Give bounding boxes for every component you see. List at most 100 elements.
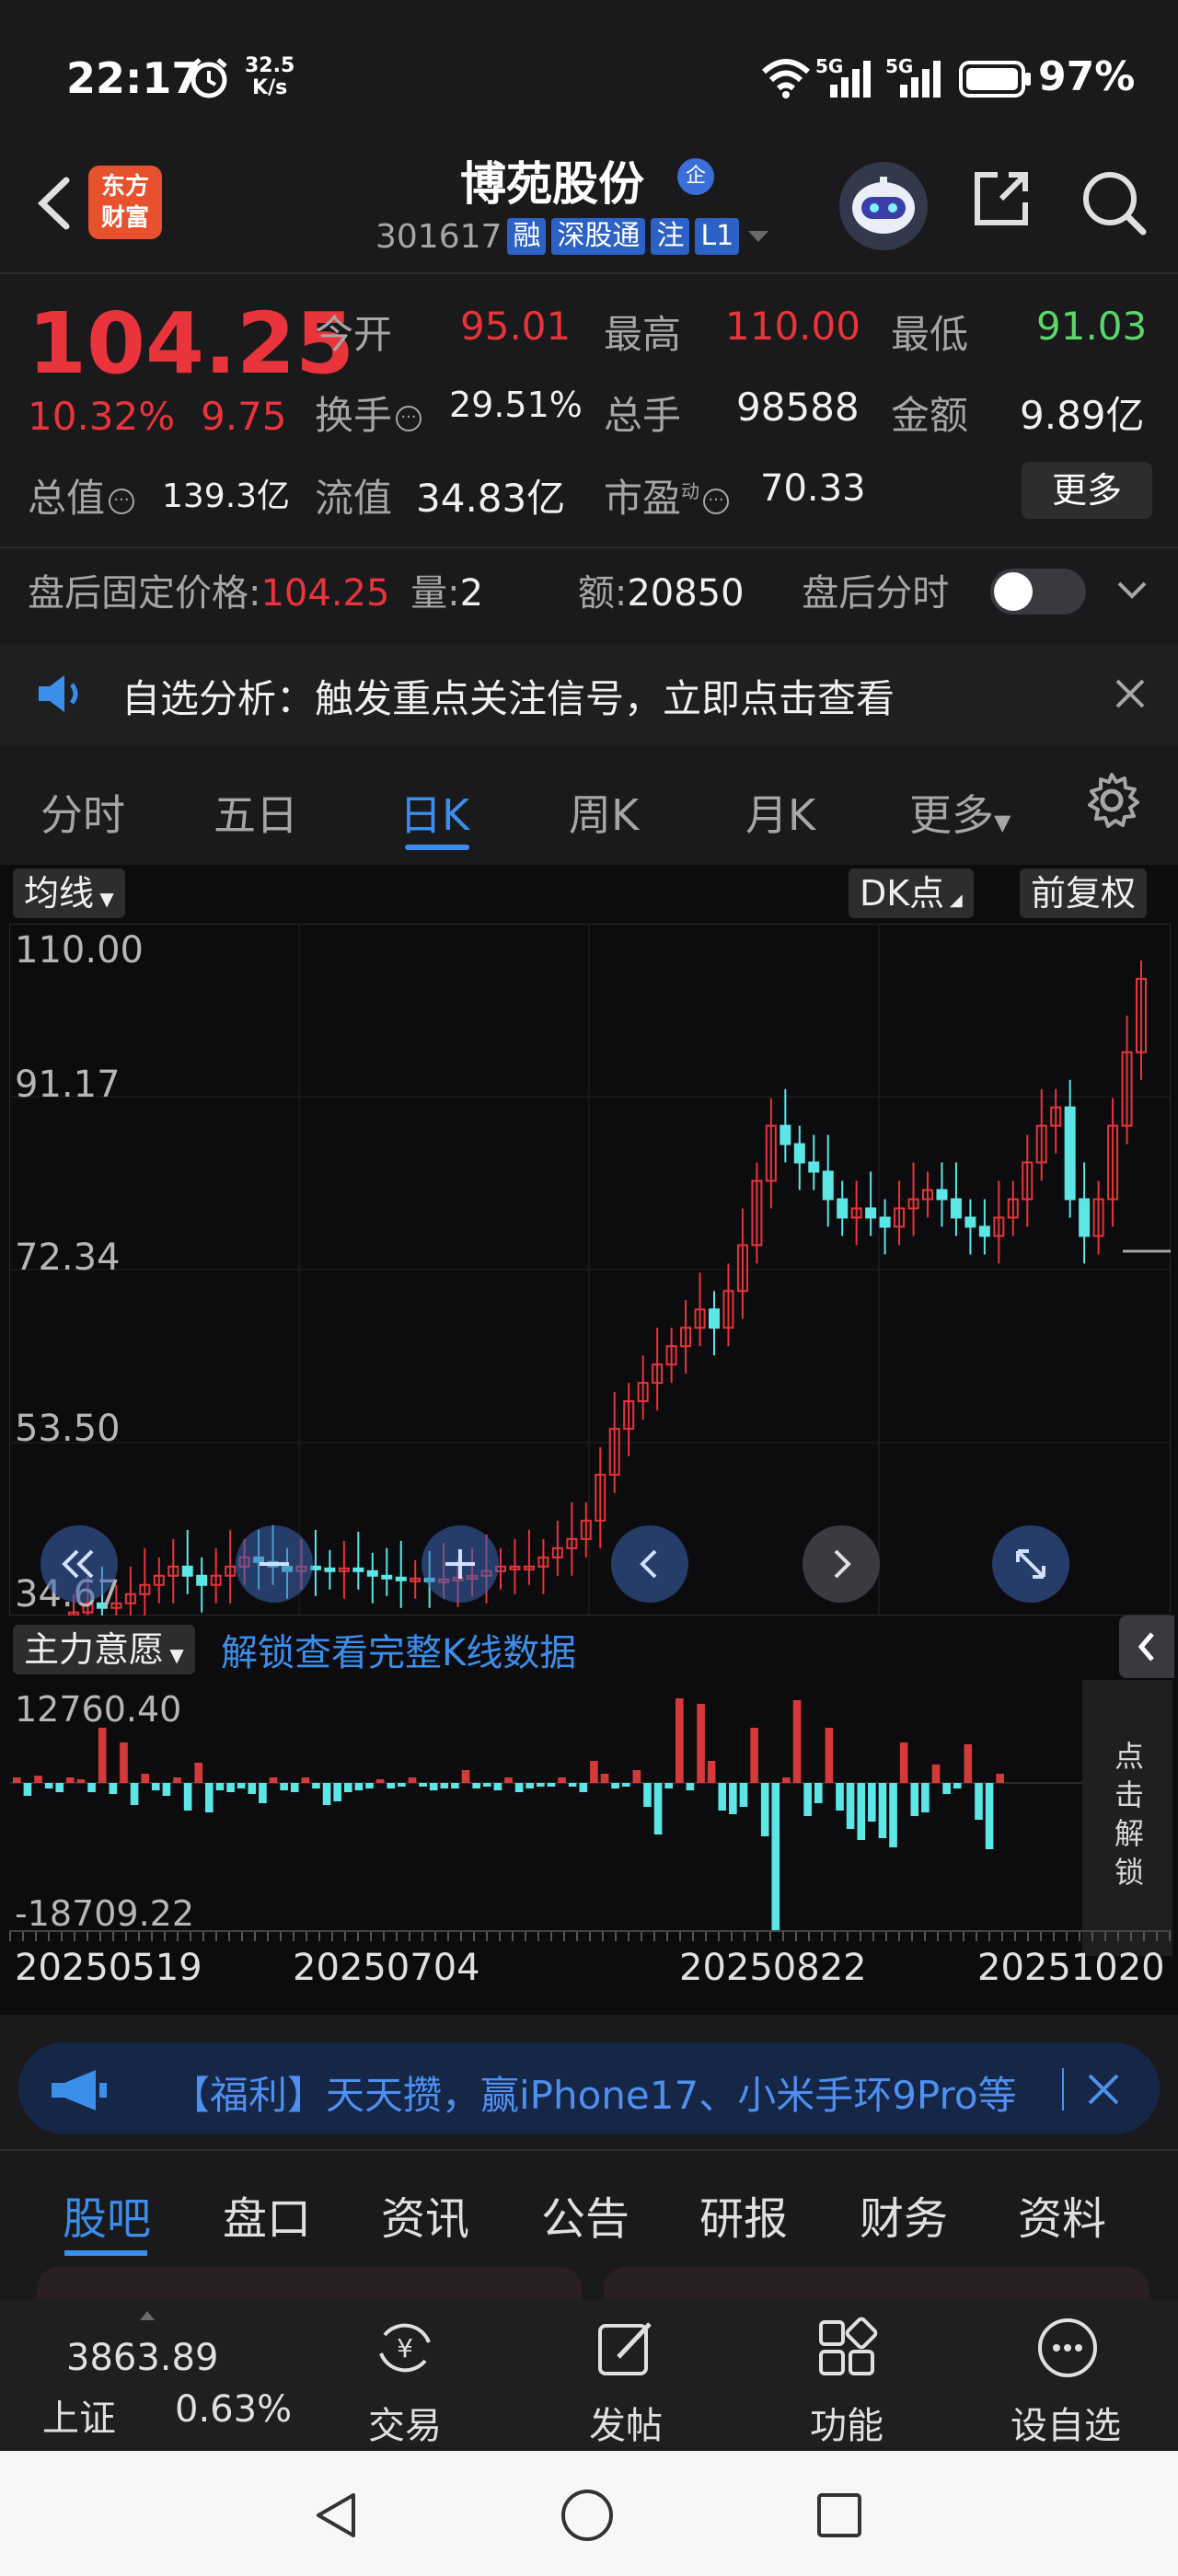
candle-body — [822, 1170, 834, 1201]
bottom-toolbar: 3863.89 上证 0.63% ¥ 交易 发帖 功能 设自选 — [0, 2300, 1178, 2447]
zoom-out-button[interactable] — [236, 1525, 313, 1603]
tab-more[interactable]: 更多▼ — [909, 782, 1011, 843]
nav-home-icon[interactable] — [560, 2488, 615, 2543]
info-icon[interactable]: ··· — [396, 405, 422, 431]
share-icon[interactable] — [968, 166, 1034, 232]
assistant-robot-avatar[interactable] — [839, 162, 928, 250]
tab-intraday[interactable]: 分时 — [40, 782, 125, 843]
ma-selector[interactable]: 均线 ▼ — [13, 868, 125, 918]
y-label-2: 91.17 — [15, 1064, 121, 1106]
nav-back-icon[interactable] — [309, 2488, 364, 2543]
after-hours-toggle[interactable] — [990, 569, 1086, 615]
candle-body — [709, 1308, 720, 1329]
scroll-far-left-button[interactable] — [40, 1525, 118, 1603]
candle-body — [978, 1225, 990, 1237]
app-logo[interactable]: 东方 财富 — [88, 166, 162, 239]
close-icon[interactable] — [1108, 672, 1152, 716]
indicator-selector[interactable]: 主力意愿 ▼ — [13, 1625, 195, 1674]
turnover-label-text: 换手 — [315, 393, 393, 438]
more-button[interactable]: 更多 — [1022, 462, 1152, 519]
date-label-3: 20250822 — [679, 1947, 867, 1989]
histogram-bar — [215, 1783, 225, 1790]
histogram-bar — [653, 1783, 663, 1834]
open-label: 今开 — [315, 312, 393, 357]
tab-research[interactable]: 研报 — [699, 2182, 788, 2247]
histogram-bar — [846, 1783, 855, 1829]
histogram-bar — [365, 1783, 374, 1788]
histogram-bar — [429, 1783, 438, 1790]
pe-label-text: 市盈 — [604, 476, 682, 521]
histogram-bar — [322, 1783, 331, 1805]
histogram-bar — [259, 1783, 267, 1803]
tab-five-day[interactable]: 五日 — [214, 782, 298, 843]
trade-icon[interactable]: ¥ — [372, 2315, 438, 2381]
zoom-in-button[interactable] — [422, 1525, 499, 1603]
gear-icon[interactable] — [1082, 771, 1141, 830]
index-change[interactable]: 0.63% — [175, 2388, 292, 2431]
back-arrow-icon[interactable] — [28, 171, 83, 236]
tab-news[interactable]: 资讯 — [381, 2182, 469, 2247]
high-label: 最高 — [604, 312, 682, 357]
histogram-bar — [664, 1783, 673, 1788]
stock-code-row[interactable]: 301617 融 深股通 注 L1 — [375, 215, 772, 258]
tab-daily[interactable]: 日K — [399, 782, 469, 843]
histogram-bar — [942, 1783, 951, 1794]
promo-text[interactable]: 【福利】天天攒，赢iPhone17、小米手环9Pro等 — [171, 2064, 1055, 2121]
network-speed: 32.5 K/s — [245, 55, 294, 99]
functions-grid-icon[interactable] — [814, 2315, 880, 2381]
low-label: 最低 — [891, 312, 969, 357]
tab-monthly[interactable]: 月K — [745, 782, 815, 843]
unlock-kline-link[interactable]: 解锁查看完整K线数据 — [221, 1623, 576, 1676]
histogram-bar — [120, 1742, 128, 1783]
index-name[interactable]: 上证 — [42, 2388, 116, 2442]
histogram-bar — [151, 1783, 160, 1790]
ah-qty-value: 2 — [459, 572, 484, 615]
scroll-left-button[interactable] — [611, 1525, 688, 1603]
collapse-panel-button[interactable] — [1119, 1616, 1174, 1678]
watchlist-label[interactable]: 设自选 — [1011, 2396, 1121, 2449]
adjust-selector[interactable]: 前复权 — [1020, 868, 1148, 918]
histogram-bar — [493, 1783, 502, 1790]
search-icon[interactable] — [1077, 166, 1150, 239]
index-value[interactable]: 3863.89 — [66, 2337, 218, 2379]
histogram-bar — [375, 1779, 385, 1783]
fullscreen-button[interactable] — [992, 1525, 1069, 1603]
post-icon[interactable] — [593, 2315, 659, 2381]
info-icon[interactable]: ··· — [703, 488, 730, 514]
candle-body — [865, 1207, 877, 1219]
more-dots-icon[interactable] — [1034, 2315, 1101, 2381]
histogram-bar — [451, 1783, 459, 1788]
post-label[interactable]: 发帖 — [589, 2396, 663, 2449]
tab-more-label: 更多 — [909, 790, 994, 840]
indicator-max: 12760.40 — [15, 1689, 182, 1730]
info-icon[interactable]: ··· — [109, 488, 135, 514]
trade-label[interactable]: 交易 — [368, 2396, 442, 2449]
header-divider — [0, 272, 1178, 274]
dk-point-selector[interactable]: DK点 ◢ — [849, 868, 974, 918]
candle-body — [837, 1198, 849, 1219]
tag-registration: 注 — [651, 218, 690, 255]
tab-financials[interactable]: 财务 — [860, 2182, 948, 2247]
close-icon[interactable] — [1080, 2066, 1126, 2112]
tab-profile[interactable]: 资料 — [1018, 2182, 1106, 2247]
histogram-bar — [782, 1777, 791, 1783]
histogram-bar — [889, 1783, 897, 1847]
tab-orderbook[interactable]: 盘口 — [223, 2182, 311, 2247]
histogram-bar — [975, 1783, 983, 1820]
enterprise-badge: 企 — [677, 158, 714, 195]
histogram-bar — [109, 1783, 118, 1794]
tab-forum[interactable]: 股吧 — [63, 2182, 151, 2247]
nav-recents-icon[interactable] — [812, 2488, 867, 2543]
histogram-bar — [205, 1783, 214, 1812]
scroll-right-button[interactable] — [803, 1525, 880, 1603]
tab-announcements[interactable]: 公告 — [541, 2182, 629, 2247]
tab-weekly[interactable]: 周K — [569, 782, 639, 843]
stock-code: 301617 — [375, 217, 502, 256]
histogram-bar — [825, 1728, 834, 1783]
chevron-down-icon[interactable] — [1114, 576, 1150, 604]
histogram-bar — [600, 1774, 609, 1783]
alert-text[interactable]: 自选分析：触发重点关注信号，立即点击查看 — [121, 668, 895, 724]
histogram-bar — [568, 1783, 577, 1787]
functions-label[interactable]: 功能 — [810, 2396, 884, 2449]
side-unlock-button[interactable]: 点击解锁 — [1082, 1680, 1172, 1956]
